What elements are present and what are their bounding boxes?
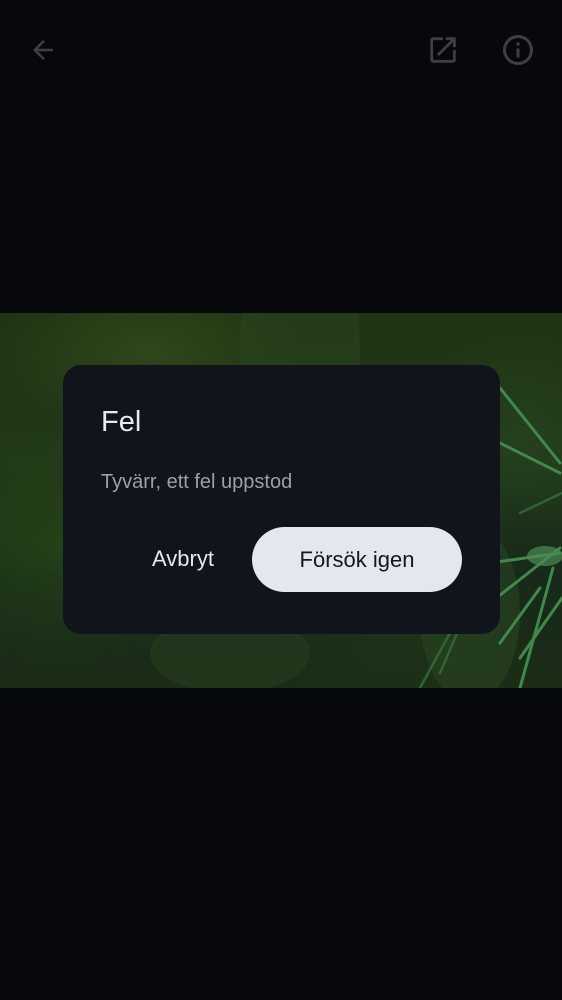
retry-button[interactable]: Försök igen — [252, 527, 462, 592]
error-dialog: Fel Tyvärr, ett fel uppstod Avbryt Försö… — [63, 365, 500, 634]
image-viewer-screen: Fel Tyvärr, ett fel uppstod Avbryt Försö… — [0, 0, 562, 1000]
dialog-title: Fel — [101, 406, 142, 438]
cancel-button[interactable]: Avbryt — [127, 527, 239, 591]
dialog-message: Tyvärr, ett fel uppstod — [101, 471, 293, 493]
